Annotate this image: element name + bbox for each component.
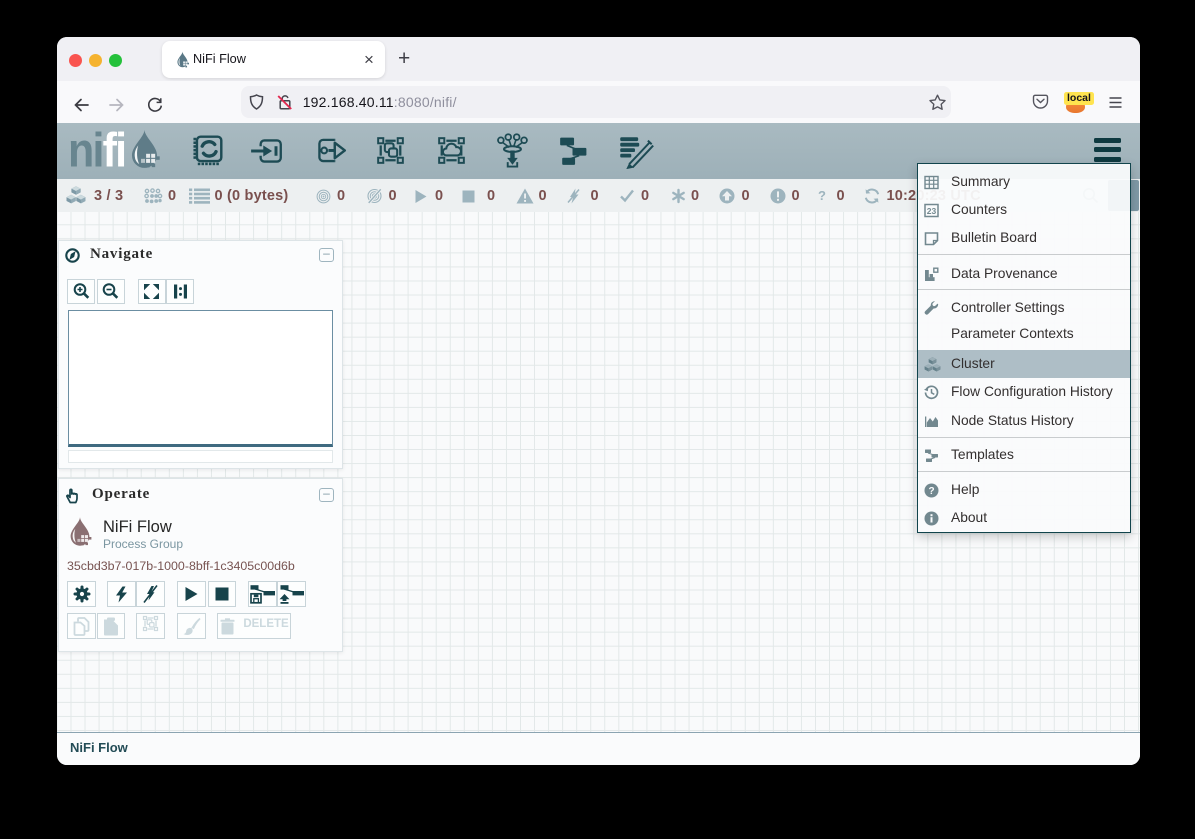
svg-text:23: 23 [927, 206, 937, 216]
svg-text:?: ? [928, 486, 934, 497]
